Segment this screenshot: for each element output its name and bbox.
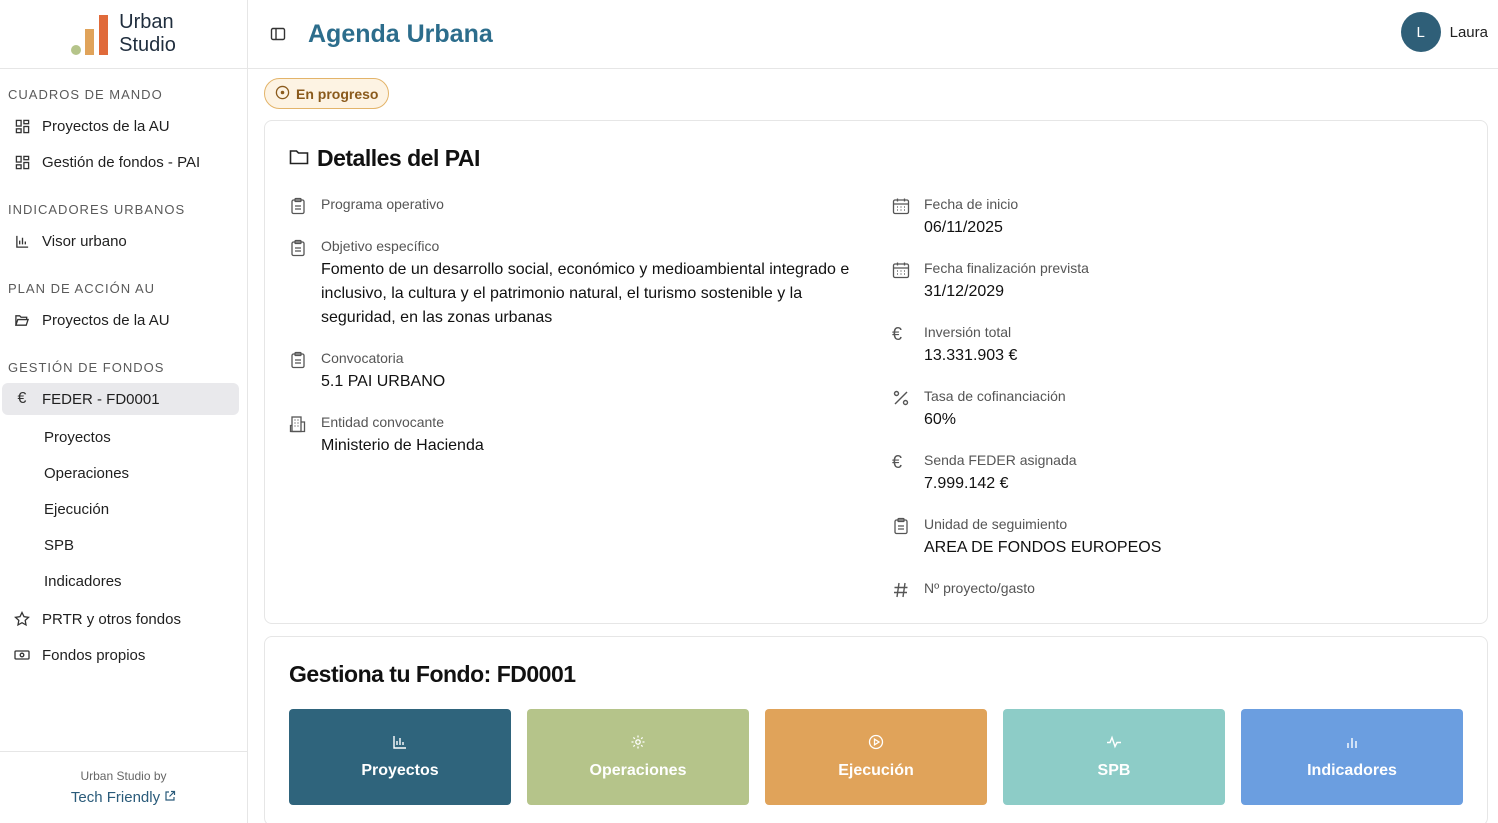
dashboard-grid-icon bbox=[14, 154, 30, 170]
sidebar-item-visor-urbano[interactable]: Visor urbano bbox=[2, 225, 239, 257]
brand-name: Urban Studio bbox=[119, 11, 176, 56]
field-unidad-seguimiento: Unidad de seguimiento AREA DE FONDOS EURO… bbox=[892, 515, 1161, 560]
star-icon bbox=[14, 611, 30, 627]
folder-icon bbox=[289, 145, 309, 172]
user-name: Laura bbox=[1449, 23, 1488, 41]
euro-icon: € bbox=[17, 390, 27, 407]
sidebar-toggle-icon[interactable] bbox=[270, 26, 286, 42]
sidebar-item-proyectos-au-dashboard[interactable]: Proyectos de la AU bbox=[2, 110, 239, 142]
gear-icon bbox=[630, 734, 646, 750]
fund-management-card: Gestiona tu Fondo: FD0001 Proyectos Oper… bbox=[264, 636, 1488, 823]
clock-circle-icon bbox=[275, 85, 290, 103]
tech-friendly-link[interactable]: Tech Friendly bbox=[71, 789, 176, 806]
field-fecha-inicio: Fecha de inicio 06/11/2025 bbox=[892, 195, 1018, 240]
section-title-indicadores: INDICADORES URBANOS bbox=[8, 202, 186, 217]
page-title: Agenda Urbana bbox=[308, 19, 493, 48]
play-circle-icon bbox=[868, 734, 884, 750]
bar-chart-icon bbox=[14, 233, 30, 249]
brand-logo[interactable]: Urban Studio bbox=[0, 0, 247, 69]
sidebar-subitem-indicadores[interactable]: Indicadores bbox=[0, 563, 247, 599]
field-objetivo-especifico: Objetivo específico Fomento de un desarro… bbox=[289, 237, 869, 330]
field-convocatoria: Convocatoria 5.1 PAI URBANO bbox=[289, 349, 445, 394]
field-numero-proyecto: Nº proyecto/gasto bbox=[892, 579, 1035, 600]
sidebar-subitem-spb[interactable]: SPB bbox=[0, 527, 247, 563]
sidebar: Urban Studio CUADROS DE MANDO Proyectos … bbox=[0, 0, 248, 823]
tile-indicadores[interactable]: Indicadores bbox=[1241, 709, 1463, 805]
details-title: Detalles del PAI bbox=[289, 145, 480, 172]
external-link-icon bbox=[164, 789, 176, 806]
section-title-plan-accion: PLAN DE ACCIÓN AU bbox=[8, 281, 156, 296]
user-menu[interactable]: L Laura bbox=[1400, 12, 1488, 52]
sidebar-item-prtr[interactable]: PRTR y otros fondos bbox=[2, 603, 239, 635]
field-inversion-total: € Inversión total 13.331.903 € bbox=[892, 324, 1018, 364]
tile-proyectos[interactable]: Proyectos bbox=[289, 709, 511, 805]
field-fecha-fin: Fecha finalización prevista 31/12/2029 bbox=[892, 259, 1089, 304]
urban-studio-logo-icon bbox=[71, 13, 111, 55]
tile-operaciones[interactable]: Operaciones bbox=[527, 709, 749, 805]
avatar[interactable]: L bbox=[1400, 12, 1441, 52]
hash-icon bbox=[892, 581, 910, 599]
tile-ejecucion[interactable]: Ejecución bbox=[765, 709, 987, 805]
status-badge: En progreso bbox=[264, 78, 390, 109]
pai-details-card: Detalles del PAI Programa operativo Obje… bbox=[264, 120, 1488, 624]
clipboard-icon bbox=[289, 239, 307, 257]
euro-icon: € bbox=[892, 324, 903, 344]
bar-chart-icon bbox=[392, 734, 408, 750]
calendar-icon bbox=[892, 261, 910, 279]
field-programa-operativo: Programa operativo bbox=[289, 195, 444, 216]
building-icon bbox=[289, 415, 307, 433]
fund-title: Gestiona tu Fondo: FD0001 bbox=[289, 661, 576, 687]
top-header: Agenda Urbana L Laura bbox=[248, 0, 1498, 69]
percent-icon bbox=[892, 389, 910, 407]
field-senda-feder: € Senda FEDER asignada 7.999.142 € bbox=[892, 452, 1077, 492]
sidebar-item-fondos-propios[interactable]: Fondos propios bbox=[2, 639, 239, 671]
sidebar-subitem-operaciones[interactable]: Operaciones bbox=[0, 455, 247, 491]
dashboard-grid-icon bbox=[14, 118, 30, 134]
folder-open-icon bbox=[14, 312, 30, 328]
field-entidad-convocante: Entidad convocante Ministerio de Hacienda bbox=[289, 413, 484, 458]
sidebar-subitem-proyectos[interactable]: Proyectos bbox=[0, 419, 247, 455]
clipboard-icon bbox=[289, 351, 307, 369]
section-title-gestion-fondos: GESTIÓN DE FONDOS bbox=[8, 360, 165, 375]
field-tasa-cofinanciacion: Tasa de cofinanciación 60% bbox=[892, 387, 1066, 432]
banknote-icon bbox=[14, 647, 30, 663]
section-title-cuadros: CUADROS DE MANDO bbox=[8, 87, 163, 102]
clipboard-icon bbox=[289, 197, 307, 215]
sidebar-item-feder-fd0001[interactable]: € FEDER - FD0001 bbox=[2, 383, 239, 415]
bar-chart-icon bbox=[1344, 734, 1360, 750]
euro-icon: € bbox=[892, 452, 903, 472]
sidebar-subitem-ejecucion[interactable]: Ejecución bbox=[0, 491, 247, 527]
tile-spb[interactable]: SPB bbox=[1003, 709, 1225, 805]
footer-credit: Urban Studio by bbox=[80, 769, 167, 783]
calendar-icon bbox=[892, 197, 910, 215]
sidebar-item-gestion-fondos[interactable]: Gestión de fondos - PAI bbox=[2, 146, 239, 178]
clipboard-icon bbox=[892, 517, 910, 535]
sidebar-footer: Urban Studio by Tech Friendly bbox=[0, 751, 247, 823]
sidebar-item-proyectos-au[interactable]: Proyectos de la AU bbox=[2, 304, 239, 336]
activity-icon bbox=[1106, 734, 1122, 750]
